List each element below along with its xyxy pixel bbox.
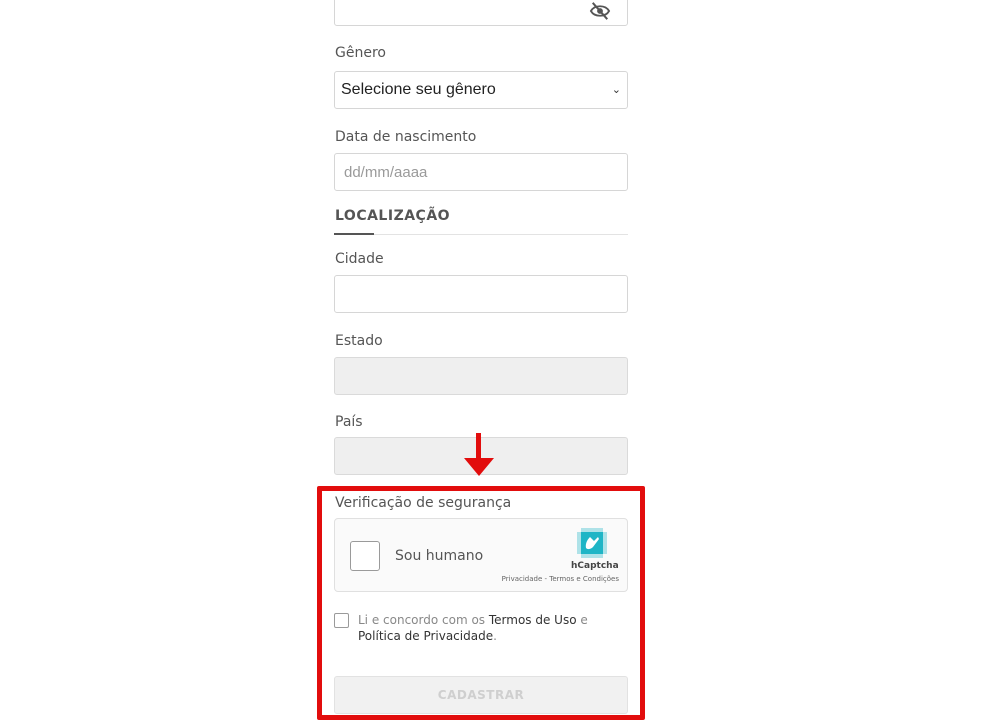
birthdate-input[interactable]: dd/mm/aaaa xyxy=(334,153,628,191)
eye-slash-icon[interactable] xyxy=(589,1,611,21)
genero-label: Gênero xyxy=(335,45,386,61)
highlight-box xyxy=(317,486,645,720)
arrow-down-icon xyxy=(476,433,481,461)
arrow-head xyxy=(464,458,494,476)
chevron-down-icon: ⌄ xyxy=(611,84,621,96)
birthdate-placeholder: dd/mm/aaaa xyxy=(344,163,428,181)
pais-label: País xyxy=(335,414,363,430)
estado-input xyxy=(334,357,628,395)
genero-select[interactable]: Selecione seu gênero ⌄ xyxy=(334,71,628,109)
cidade-label: Cidade xyxy=(335,251,384,267)
section-divider xyxy=(334,234,628,235)
registration-form-page: Gênero Selecione seu gênero ⌄ Data de na… xyxy=(0,0,984,723)
password-field[interactable] xyxy=(334,0,628,26)
nascimento-label: Data de nascimento xyxy=(335,129,477,145)
cidade-input[interactable] xyxy=(334,275,628,313)
localizacao-section-title: LOCALIZAÇÃO xyxy=(335,208,451,224)
estado-label: Estado xyxy=(335,333,383,349)
section-title-underline xyxy=(334,233,374,235)
genero-selected-value: Selecione seu gênero xyxy=(341,81,496,98)
